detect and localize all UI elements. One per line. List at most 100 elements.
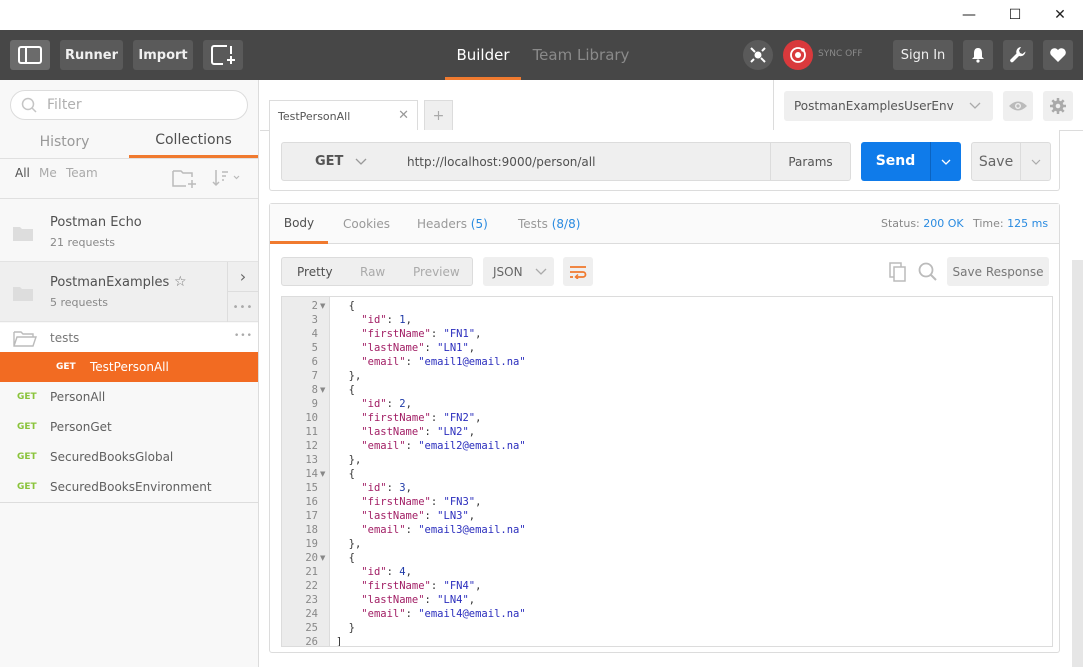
view-raw[interactable]: Raw (360, 265, 385, 279)
line-number: 18 (305, 524, 318, 536)
interceptor-button[interactable] (743, 40, 773, 70)
tab-builder[interactable]: Builder (445, 30, 521, 80)
collection-postman-examples[interactable]: PostmanExamples ☆ 5 requests › ••• (0, 262, 258, 322)
format-value: JSON (493, 264, 523, 279)
search-icon[interactable] (918, 262, 938, 282)
request-item[interactable]: GET SecuredBooksEnvironment (0, 472, 258, 502)
line-number: 16 (305, 496, 318, 508)
request-bar: GET http://localhost:9000/person/all Par… (269, 130, 1060, 191)
request-item[interactable]: GET PersonGet (0, 412, 258, 442)
url-input[interactable]: http://localhost:9000/person/all (397, 142, 771, 181)
code-line: "lastName": "LN4", (361, 594, 476, 606)
response-body-editor[interactable]: 2 ▼ {3 "id": 1, 4 "firstName": "FN1", 5 "la… (281, 296, 1053, 647)
notifications-button[interactable] (963, 40, 993, 70)
add-tab-button[interactable]: + (424, 100, 453, 131)
line-number: 19 (305, 538, 318, 550)
send-button[interactable]: Send (861, 142, 961, 181)
divider (773, 80, 774, 130)
tab-collections-label: Collections (155, 132, 232, 148)
save-button[interactable]: Save (971, 142, 1051, 181)
filter-me[interactable]: Me (39, 166, 57, 180)
line-number: 9 (311, 398, 318, 410)
close-tab-icon[interactable]: ✕ (398, 108, 409, 123)
filter-team[interactable]: Team (66, 166, 98, 180)
response-time: Time: 125 ms (973, 217, 1048, 230)
collection-more-button[interactable]: ••• (227, 292, 258, 322)
sidebar: Filter History Collections All Me Team P… (0, 80, 259, 667)
save-options-button[interactable] (1020, 143, 1051, 180)
sync-button[interactable] (783, 40, 813, 70)
folder-icon (13, 287, 33, 301)
response-tab-cookies[interactable]: Cookies (343, 204, 390, 243)
response-tab-headers[interactable]: Headers (5) (417, 204, 488, 243)
wrap-lines-button[interactable] (563, 257, 593, 286)
tab-label: Cookies (343, 216, 390, 231)
code-line: "lastName": "LN3", (361, 510, 476, 522)
page-scrollbar[interactable] (1072, 260, 1083, 667)
request-tab[interactable]: TestPersonAll ✕ (269, 100, 418, 131)
environment-quick-look-button[interactable] (1003, 91, 1033, 121)
sign-in-button[interactable]: Sign In (893, 40, 953, 70)
request-name: SecuredBooksEnvironment (50, 480, 212, 494)
minimize-button[interactable]: — (946, 0, 992, 30)
code-line: { (348, 384, 355, 396)
params-button[interactable]: Params (770, 142, 851, 181)
filter-all[interactable]: All (15, 166, 30, 180)
search-icon (21, 97, 37, 113)
sort-icon[interactable] (212, 169, 242, 187)
more-icon[interactable]: ••• (234, 331, 253, 341)
line-number: 21 (305, 566, 318, 578)
collection-postman-echo[interactable]: Postman Echo 21 requests (0, 202, 258, 262)
filter-input[interactable]: Filter (10, 90, 248, 120)
request-item[interactable]: GET SecuredBooksGlobal (0, 442, 258, 472)
method-badge: GET (17, 482, 37, 492)
runner-button[interactable]: Runner (60, 40, 123, 70)
close-window-button[interactable]: ✕ (1037, 0, 1083, 30)
request-item[interactable]: GET PersonAll (0, 382, 258, 412)
code-line: "firstName": "FN3", (361, 496, 482, 508)
import-button[interactable]: Import (133, 40, 193, 70)
tab-collections[interactable]: Collections (129, 125, 258, 158)
tab-team-library[interactable]: Team Library (531, 30, 631, 80)
fold-arrow-icon[interactable]: ▼ (320, 470, 325, 478)
folder-tests[interactable]: tests ••• (0, 323, 258, 353)
method-select[interactable]: GET (281, 142, 398, 181)
code-line: { (348, 468, 355, 480)
response-tab-body[interactable]: Body (270, 204, 328, 244)
line-number: 5 (311, 342, 318, 354)
divider (0, 198, 258, 199)
response-tab-tests[interactable]: Tests (8/8) (518, 204, 580, 243)
code-line: } (348, 622, 355, 634)
line-number: 22 (305, 580, 318, 592)
star-icon[interactable]: ☆ (174, 274, 187, 290)
environment-select[interactable]: PostmanExamplesUserEnv (784, 91, 993, 121)
fold-arrow-icon[interactable]: ▼ (320, 386, 325, 394)
save-response-button[interactable]: Save Response (947, 257, 1049, 286)
toggle-sidebar-button[interactable] (10, 40, 50, 70)
expand-collection-button[interactable]: › (227, 262, 258, 292)
fold-arrow-icon[interactable]: ▼ (320, 302, 325, 310)
settings-button[interactable] (1003, 40, 1033, 70)
line-number: 4 (311, 328, 318, 340)
window-titlebar: — ☐ ✕ (0, 0, 1083, 30)
code-line: "lastName": "LN2", (361, 426, 476, 438)
new-tab-button[interactable] (203, 40, 243, 70)
send-options-button[interactable] (930, 142, 961, 181)
view-preview[interactable]: Preview (413, 265, 460, 279)
new-collection-icon[interactable] (172, 168, 198, 188)
line-number: 25 (305, 622, 318, 634)
folder-icon (13, 227, 33, 241)
manage-environments-button[interactable] (1043, 91, 1073, 121)
copy-icon[interactable] (889, 262, 907, 282)
support-button[interactable] (1043, 40, 1073, 70)
fold-arrow-icon[interactable]: ▼ (320, 554, 325, 562)
tab-history[interactable]: History (0, 125, 129, 158)
view-pretty[interactable]: Pretty (297, 265, 333, 279)
format-select[interactable]: JSON (483, 257, 554, 286)
code-line: "lastName": "LN1", (361, 342, 476, 354)
maximize-button[interactable]: ☐ (992, 0, 1038, 30)
request-item-selected[interactable]: GET TestPersonAll (0, 352, 258, 382)
chevron-down-icon (535, 268, 547, 275)
tab-history-label: History (39, 133, 90, 150)
tab-team-library-label: Team Library (532, 46, 630, 64)
